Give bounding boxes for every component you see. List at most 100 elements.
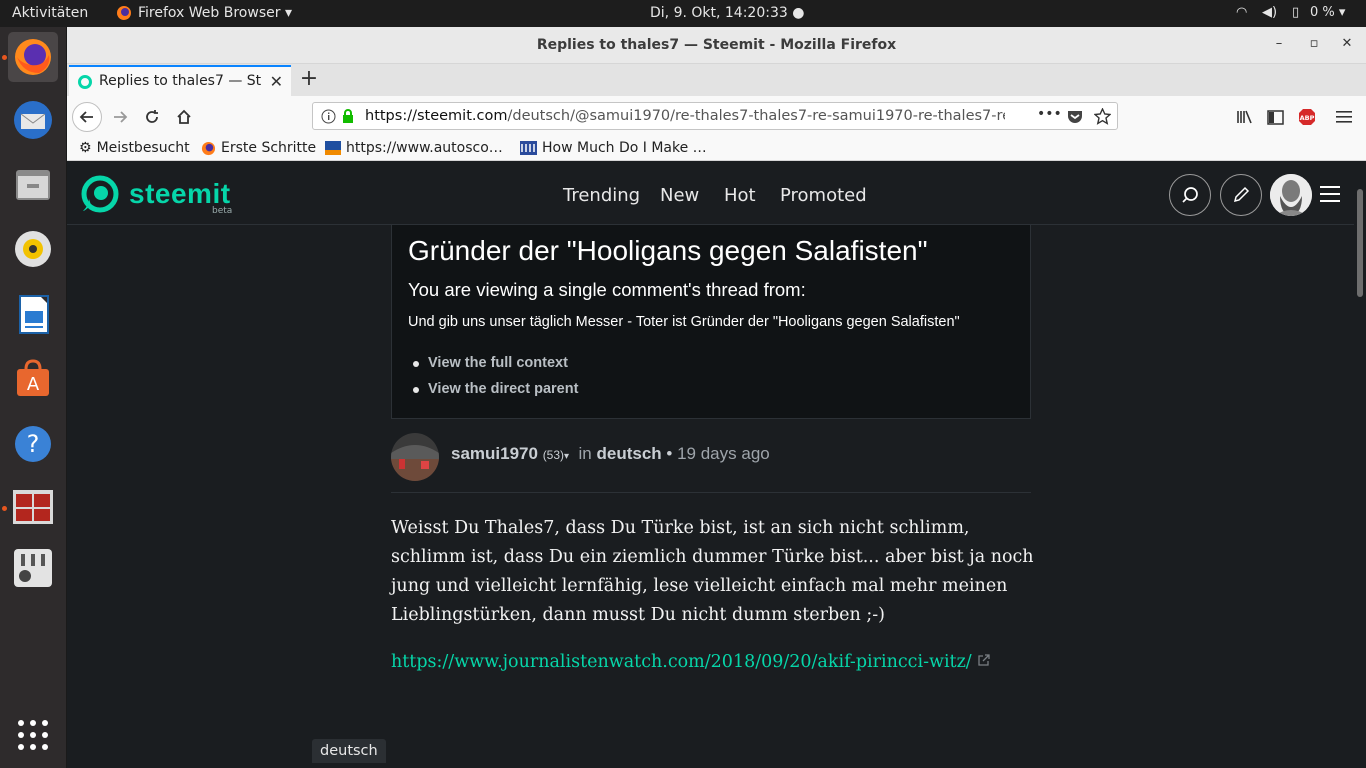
author-reputation: (53) xyxy=(542,448,565,462)
adblock-plus-button[interactable]: ABP xyxy=(1292,102,1322,132)
tab-replies[interactable]: Replies to thales7 — Steemit ✕ xyxy=(69,65,291,96)
volume-icon[interactable]: ◀) xyxy=(1262,5,1277,20)
bookmark-erste-schritte[interactable]: Erste Schritte xyxy=(201,140,316,156)
scrollbar-thumb[interactable] xyxy=(1357,189,1363,297)
terminal-icon xyxy=(13,490,53,524)
tab-close-icon[interactable]: ✕ xyxy=(270,72,283,91)
bookmark-autoscout[interactable]: https://www.autosco… xyxy=(325,140,503,156)
nav-trending[interactable]: Trending xyxy=(563,185,640,206)
tag-chip[interactable]: deutsch xyxy=(312,739,386,763)
bookmark-meistbesucht[interactable]: ⚙ Meistbesucht xyxy=(79,140,190,156)
url-bar[interactable]: https://steemit.com/deutsch/@samui1970/r… xyxy=(312,102,1118,130)
maximize-button[interactable]: ▫ xyxy=(1304,36,1324,51)
dock-settings-icon[interactable] xyxy=(8,543,58,593)
gear-icon: ⚙ xyxy=(79,140,92,156)
dock-help-icon[interactable]: ? xyxy=(8,419,58,469)
category-link[interactable]: deutsch xyxy=(596,444,661,463)
dock-firefox-icon[interactable] xyxy=(8,32,58,82)
menu-button[interactable] xyxy=(1329,102,1359,132)
comment-author-row: samui1970 (53)▾ in deutsch • 19 days ago xyxy=(391,431,1031,493)
battery-status[interactable]: 0 % ▾ xyxy=(1310,5,1345,20)
window-titlebar[interactable]: Replies to thales7 — Steemit - Mozilla F… xyxy=(67,27,1366,64)
back-button[interactable] xyxy=(72,102,102,132)
steemit-header: steemit beta Trending New Hot Promoted xyxy=(67,161,1354,225)
firefox-icon xyxy=(15,39,51,75)
bookmark-how-much[interactable]: How Much Do I Make … xyxy=(520,140,707,156)
author-dropdown-icon[interactable]: ▾ xyxy=(564,451,569,462)
activities-button[interactable]: Aktivitäten xyxy=(12,5,88,21)
url-text: https://steemit.com/deutsch/@samui1970/r… xyxy=(365,108,1005,124)
search-button[interactable] xyxy=(1169,174,1211,216)
comment-external-link[interactable]: https://www.journalistenwatch.com/2018/0… xyxy=(391,652,990,672)
dock-software-icon[interactable]: A xyxy=(8,353,58,403)
dock-thunderbird-icon[interactable] xyxy=(8,95,58,145)
bookmark-label: Meistbesucht xyxy=(96,140,190,156)
show-applications-icon[interactable] xyxy=(8,710,58,760)
external-link-icon xyxy=(978,654,990,666)
home-button[interactable] xyxy=(169,102,199,132)
author-avatar[interactable] xyxy=(391,433,439,481)
hamburger-menu-icon xyxy=(1336,111,1352,123)
svg-text:?: ? xyxy=(27,430,40,458)
view-direct-parent-link[interactable]: View the direct parent xyxy=(413,381,579,397)
parent-post-title[interactable]: Und gib uns unser täglich Messer - Toter… xyxy=(408,314,960,330)
gnome-top-bar: Aktivitäten Firefox Web Browser ▾ Di, 9.… xyxy=(0,0,1366,27)
sidebar-button[interactable] xyxy=(1260,102,1290,132)
view-full-context-link[interactable]: View the full context xyxy=(413,355,568,371)
battery-icon[interactable]: ▯ xyxy=(1292,5,1299,20)
bullet xyxy=(413,387,419,393)
minimize-button[interactable]: – xyxy=(1269,36,1289,51)
clock[interactable]: Di, 9. Okt, 14:20:33 ● xyxy=(650,5,804,21)
dock-writer-icon[interactable] xyxy=(8,289,58,339)
steemit-favicon-icon xyxy=(78,75,92,89)
bullet xyxy=(413,361,419,367)
nav-promoted[interactable]: Promoted xyxy=(780,185,867,206)
help-icon: ? xyxy=(15,426,51,462)
library-icon xyxy=(1236,110,1252,124)
software-center-icon: A xyxy=(17,359,49,396)
author-name[interactable]: samui1970 xyxy=(451,444,538,463)
writer-icon xyxy=(19,295,49,334)
svg-text:ABP: ABP xyxy=(1300,114,1315,122)
steemit-logo-icon xyxy=(81,175,119,213)
lock-icon[interactable] xyxy=(341,108,355,124)
comment-time[interactable]: 19 days ago xyxy=(677,444,770,463)
new-tab-button[interactable]: + xyxy=(297,66,321,91)
library-button[interactable] xyxy=(1229,102,1259,132)
page-scrollbar[interactable] xyxy=(1354,161,1366,768)
steemworld-icon xyxy=(520,141,537,155)
page-actions-button[interactable]: ••• xyxy=(1037,106,1062,122)
bookmark-star-icon[interactable] xyxy=(1094,108,1111,125)
tab-label: Replies to thales7 — Steemit xyxy=(99,73,261,89)
system-settings-icon xyxy=(14,549,52,587)
separator-dot: • xyxy=(666,444,673,463)
dock-rhythmbox-icon[interactable] xyxy=(8,224,58,274)
reload-button[interactable] xyxy=(137,102,167,132)
page-content: steemit beta Trending New Hot Promoted G… xyxy=(67,161,1354,768)
tab-strip: Replies to thales7 — Steemit ✕ + xyxy=(67,64,1366,96)
forward-button[interactable] xyxy=(105,102,135,132)
write-post-button[interactable] xyxy=(1220,174,1262,216)
pencil-icon xyxy=(1233,186,1250,203)
nav-hot[interactable]: Hot xyxy=(724,185,756,206)
adblock-plus-icon: ABP xyxy=(1299,109,1315,125)
site-icon xyxy=(325,141,341,155)
steemit-menu-button[interactable] xyxy=(1320,185,1340,207)
pocket-icon[interactable] xyxy=(1067,109,1083,124)
app-menu[interactable]: Firefox Web Browser ▾ xyxy=(116,5,292,21)
bookmark-label: Erste Schritte xyxy=(221,140,317,156)
close-window-button[interactable]: ✕ xyxy=(1337,36,1357,51)
info-icon[interactable] xyxy=(321,109,336,124)
dock-terminal-icon[interactable] xyxy=(8,483,58,533)
steemit-logo[interactable]: steemit xyxy=(81,175,231,213)
link-label: View the direct parent xyxy=(428,381,579,397)
wifi-icon[interactable]: ◠ xyxy=(1236,5,1247,20)
bookmarks-toolbar: ⚙ Meistbesucht Erste Schritte https://www… xyxy=(67,137,1366,161)
window-title: Replies to thales7 — Steemit - Mozilla F… xyxy=(536,37,897,53)
files-icon xyxy=(16,170,50,200)
external-link-text: https://www.journalistenwatch.com/2018/0… xyxy=(391,652,972,672)
thread-context-card: Gründer der "Hooligans gegen Salafisten"… xyxy=(391,225,1031,419)
user-avatar[interactable] xyxy=(1270,174,1312,216)
nav-new[interactable]: New xyxy=(660,185,699,206)
dock-files-icon[interactable] xyxy=(8,160,58,210)
